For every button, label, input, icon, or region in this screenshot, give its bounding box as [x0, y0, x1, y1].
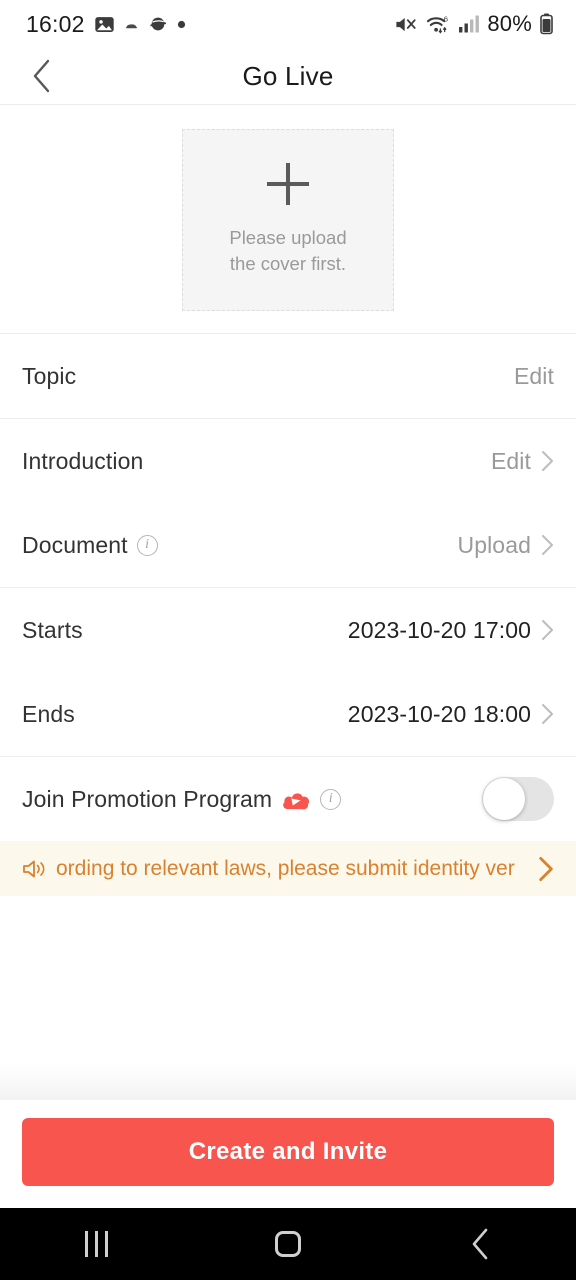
row-promotion[interactable]: Join Promotion Program i: [0, 757, 576, 841]
svg-text:6: 6: [444, 14, 448, 23]
cellular-signal-icon: [459, 15, 480, 33]
row-starts[interactable]: Starts 2023-10-20 17:00: [0, 588, 576, 672]
app-header: Go Live: [0, 48, 576, 105]
notification-dot-icon: [125, 23, 137, 28]
topic-label: Topic: [22, 362, 77, 389]
toggle-knob: [483, 778, 525, 820]
introduction-label: Introduction: [22, 447, 144, 474]
cover-upload-section: Please upload the cover first.: [0, 105, 576, 333]
identity-verification-banner[interactable]: ording to relevant laws, please submit i…: [0, 841, 576, 896]
content-group: Introduction Edit Document i Upload: [0, 419, 576, 587]
schedule-group: Starts 2023-10-20 17:00 Ends 2023-10-20 …: [0, 588, 576, 756]
topic-action-label: Edit: [513, 362, 554, 389]
bottom-action-bar: Create and Invite: [0, 1100, 576, 1208]
recents-button[interactable]: [50, 1208, 142, 1280]
promotion-group: Join Promotion Program i: [0, 757, 576, 841]
promotion-cloud-icon: [283, 793, 310, 810]
status-bar: 16:02 6 80%: [0, 0, 576, 48]
topic-group: Topic Edit: [0, 334, 576, 418]
document-label: Document: [22, 531, 128, 558]
chevron-right-icon: [542, 620, 553, 640]
promotion-toggle[interactable]: [482, 777, 554, 821]
cover-hint-line-2: the cover first.: [229, 253, 347, 274]
cover-upload-button[interactable]: Please upload the cover first.: [182, 129, 394, 311]
row-document[interactable]: Document i Upload: [0, 503, 576, 587]
info-icon[interactable]: i: [320, 788, 342, 810]
document-label-wrap: Document i: [22, 532, 158, 559]
starts-value-wrap[interactable]: 2023-10-20 17:00: [348, 617, 554, 644]
android-navigation-bar: [0, 1208, 576, 1280]
nav-back-button[interactable]: [434, 1208, 526, 1280]
promotion-label: Join Promotion Program: [22, 785, 273, 812]
promotion-label-wrap: Join Promotion Program i: [22, 785, 342, 813]
app-icon: [149, 17, 166, 31]
banner-text: ording to relevant laws, please submit i…: [56, 856, 515, 880]
phone-screen: 16:02 6 80% Go Live Please upload the co…: [0, 0, 576, 1280]
speaker-icon: [23, 860, 45, 877]
starts-value: 2023-10-20 17:00: [347, 616, 531, 643]
back-button[interactable]: [22, 56, 62, 96]
row-introduction[interactable]: Introduction Edit: [0, 419, 576, 503]
status-bar-right: 6 80%: [394, 11, 554, 37]
plus-icon: [267, 162, 309, 205]
cover-upload-hint: Please upload the cover first.: [229, 225, 346, 278]
status-bar-left: 16:02: [26, 11, 186, 38]
nav-back-icon: [472, 1228, 488, 1260]
mute-icon: [396, 17, 416, 31]
introduction-action-label: Edit: [490, 447, 531, 474]
ends-label: Ends: [22, 700, 75, 727]
info-icon[interactable]: i: [136, 534, 158, 556]
ends-value: 2023-10-20 18:00: [347, 700, 531, 727]
page-title: Go Live: [242, 60, 334, 91]
battery-percent: 80%: [487, 11, 532, 36]
battery-icon: [540, 13, 553, 35]
chevron-left-icon: [33, 59, 50, 93]
recents-icon: [84, 1231, 108, 1257]
introduction-action[interactable]: Edit: [491, 448, 554, 475]
home-icon: [275, 1231, 301, 1257]
dot-icon: [177, 20, 185, 28]
create-and-invite-button[interactable]: Create and Invite: [22, 1118, 554, 1186]
chevron-right-icon: [539, 856, 553, 881]
row-topic[interactable]: Topic Edit: [0, 334, 576, 418]
document-action[interactable]: Upload: [458, 532, 555, 559]
starts-label: Starts: [22, 616, 83, 643]
status-time: 16:02: [26, 10, 85, 37]
chevron-right-icon: [542, 535, 553, 555]
chevron-right-icon: [542, 704, 553, 724]
photo-icon: [94, 16, 114, 32]
wifi-6-icon: 6: [427, 14, 448, 34]
row-ends[interactable]: Ends 2023-10-20 18:00: [0, 672, 576, 756]
ends-value-wrap[interactable]: 2023-10-20 18:00: [348, 701, 554, 728]
document-action-label: Upload: [457, 531, 531, 558]
topic-action[interactable]: Edit: [514, 363, 554, 390]
chevron-right-icon: [542, 451, 553, 471]
home-button[interactable]: [242, 1208, 334, 1280]
cover-hint-line-1: Please upload: [229, 226, 347, 248]
